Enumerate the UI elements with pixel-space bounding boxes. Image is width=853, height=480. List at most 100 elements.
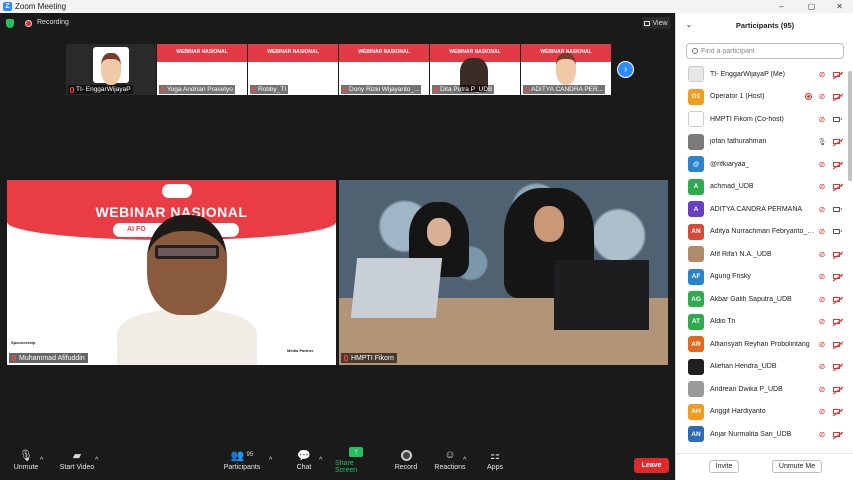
video-off-icon[interactable] <box>831 182 842 191</box>
mic-off-icon[interactable]: ⊘ <box>818 227 826 236</box>
minimize-button[interactable]: – <box>768 0 795 13</box>
record-button[interactable]: Record <box>392 440 420 480</box>
panel-title: Participants (95) <box>735 21 795 30</box>
participant-row[interactable]: AN Anjar Nurmalita Sari_UDB ⊘ <box>676 423 848 445</box>
view-button[interactable]: View <box>642 17 670 29</box>
thumbnail-name: TI- EnggarWijayaP <box>68 85 133 94</box>
participants-chevron-icon[interactable]: ^ <box>269 440 272 480</box>
participant-row[interactable]: AG Akbar Galih Saputra_UDB ⊘ <box>676 288 848 310</box>
video-off-icon[interactable] <box>831 362 842 371</box>
security-shield-icon[interactable] <box>6 19 14 28</box>
participant-row[interactable]: AN Aditya Nurrachman Febryanto_U... ⊘ <box>676 221 848 243</box>
video-off-icon[interactable] <box>831 160 842 169</box>
mic-off-icon[interactable]: ⊘ <box>818 362 826 371</box>
participant-list-scrollbar[interactable] <box>848 63 852 451</box>
reactions-chevron-icon[interactable]: ^ <box>463 440 466 480</box>
participants-button[interactable]: 👥 95 Participants <box>222 440 262 480</box>
participant-row[interactable]: AF Agung Frisky ⊘ <box>676 266 848 288</box>
video-tile-speaker[interactable]: WEBINAR NASIONAL AI FO Sponsorship Media… <box>7 180 336 365</box>
participant-row[interactable]: Afif Rifa'i N.A._UDB ⊘ <box>676 243 848 265</box>
next-page-arrow-icon[interactable]: › <box>617 61 634 78</box>
video-off-icon[interactable] <box>831 295 842 304</box>
video-on-icon[interactable] <box>831 205 842 214</box>
thumbnail-tile[interactable]: WEBINAR NASIONAL Yoga Andrian Prasetyo <box>157 44 247 95</box>
chat-button[interactable]: 💬 Chat <box>292 440 316 480</box>
unmute-button[interactable]: 🎙 Unmute <box>10 440 42 480</box>
video-off-icon[interactable] <box>831 92 842 101</box>
video-off-icon[interactable] <box>831 250 842 259</box>
participant-row[interactable]: AH Anggit Hardiyanto ⊘ <box>676 401 848 423</box>
thumbnail-tile[interactable]: WEBINAR NASIONAL ADITYA CANDRA PER... <box>521 44 611 95</box>
video-off-icon[interactable] <box>831 317 842 326</box>
mic-off-icon[interactable]: ⊘ <box>818 430 826 439</box>
mic-off-icon[interactable]: ⊘ <box>818 205 826 214</box>
video-options-chevron-icon[interactable]: ^ <box>95 440 98 480</box>
mic-off-icon[interactable]: ⊘ <box>818 250 826 259</box>
video-off-icon[interactable] <box>831 340 842 349</box>
maximize-button[interactable]: ▢ <box>798 0 825 13</box>
participant-name: Aliefian Hendra_UDB <box>710 363 777 370</box>
invite-button[interactable]: Invite <box>709 460 739 473</box>
panel-header: ⌄ Participants (95) <box>676 13 853 38</box>
participant-row[interactable]: AR Alfiansyah Reyhan Probolintang ⊘ <box>676 333 848 355</box>
avatar: AH <box>688 403 704 420</box>
video-off-icon[interactable] <box>831 137 842 146</box>
mic-off-icon[interactable]: ⊘ <box>818 385 826 394</box>
leave-button[interactable]: Leave <box>634 458 669 473</box>
mic-off-icon[interactable]: ⊘ <box>818 295 826 304</box>
close-button[interactable]: ✕ <box>826 0 853 13</box>
mic-on-icon[interactable]: 🎙 <box>818 137 827 146</box>
video-off-icon[interactable] <box>831 407 842 416</box>
apps-button[interactable]: ⚏ Apps <box>483 440 507 480</box>
participant-name: jofan fathurahman <box>710 138 767 145</box>
collapse-chevron-icon[interactable]: ⌄ <box>686 21 692 29</box>
participant-row[interactable]: HMPTI Fikom (Co-host) ⊘ <box>676 108 848 130</box>
participant-row[interactable]: O1 Operator 1 (Host) ⊘ <box>676 86 848 108</box>
share-screen-button[interactable]: ↑ Share Screen <box>335 440 377 480</box>
mic-off-icon[interactable]: ⊘ <box>818 182 826 191</box>
search-icon <box>692 48 698 54</box>
video-off-icon[interactable] <box>831 430 842 439</box>
audio-options-chevron-icon[interactable]: ^ <box>40 440 43 480</box>
mic-off-icon[interactable]: ⊘ <box>818 160 826 169</box>
mic-off-icon[interactable]: ⊘ <box>818 317 826 326</box>
video-off-icon[interactable] <box>831 385 842 394</box>
mic-off-icon[interactable]: ⊘ <box>818 340 826 349</box>
participant-row[interactable]: A ADITYA CANDRA PERMANA ⊘ <box>676 198 848 220</box>
participant-row[interactable]: Aachmad_UDB ⊘ <box>676 176 848 198</box>
participant-row[interactable]: @ @rifkiaryaa_ ⊘ <box>676 153 848 175</box>
video-off-icon[interactable] <box>831 272 842 281</box>
video-off-icon[interactable] <box>831 70 842 79</box>
participant-row[interactable]: AT Aldio Tri ⊘ <box>676 311 848 333</box>
view-label: View <box>652 19 668 27</box>
chat-chevron-icon[interactable]: ^ <box>319 440 322 480</box>
reactions-button[interactable]: ☺ Reactions <box>434 440 466 480</box>
participant-row[interactable]: jofan fathurahman 🎙 <box>676 131 848 153</box>
thumbnail-tile[interactable]: WEBINAR NASIONAL Dita Putra P_UDB <box>430 44 520 95</box>
video-on-icon[interactable] <box>831 227 842 236</box>
participant-row[interactable]: TI- EnggarWijayaP (Me) ⊘ <box>676 63 848 85</box>
thumbnail-tile[interactable]: TI- EnggarWijayaP <box>66 44 156 95</box>
mic-off-icon[interactable]: ⊘ <box>818 115 826 124</box>
participant-name: Anggit Hardiyanto <box>710 408 766 415</box>
thumbnail-tile[interactable]: WEBINAR NASIONAL Dony Rizki Wijayanto_..… <box>339 44 429 95</box>
mic-off-icon[interactable]: ⊘ <box>818 272 826 281</box>
video-on-icon[interactable] <box>831 115 842 124</box>
mic-off-icon[interactable]: ⊘ <box>818 407 826 416</box>
participant-row[interactable]: Aliefian Hendra_UDB ⊘ <box>676 356 848 378</box>
start-video-button[interactable]: ▰ Start Video <box>58 440 96 480</box>
mic-off-icon[interactable]: ⊘ <box>818 70 826 79</box>
thumbnail-tile[interactable]: WEBINAR NASIONAL Robby_TI <box>248 44 338 95</box>
avatar <box>688 246 704 262</box>
participant-search-input[interactable]: Find a participant <box>686 43 844 59</box>
mic-off-icon[interactable]: ⊘ <box>818 92 826 101</box>
video-tile-hmpti[interactable]: HMPTI Fikom <box>339 180 668 365</box>
participants-icon: 👥 95 <box>230 449 254 462</box>
participant-list[interactable]: TI- EnggarWijayaP (Me) ⊘ O1 Operator 1 (Hos… <box>676 63 853 451</box>
record-icon <box>400 449 412 461</box>
thumbnail-name: ADITYA CANDRA PER... <box>523 85 606 94</box>
participant-row[interactable]: Andrean Dwika P_UDB ⊘ <box>676 378 848 400</box>
unmute-me-button[interactable]: Unmute Me <box>772 460 822 473</box>
mic-off-icon <box>252 86 256 93</box>
participant-name: ADITYA CANDRA PERMANA <box>710 205 803 213</box>
